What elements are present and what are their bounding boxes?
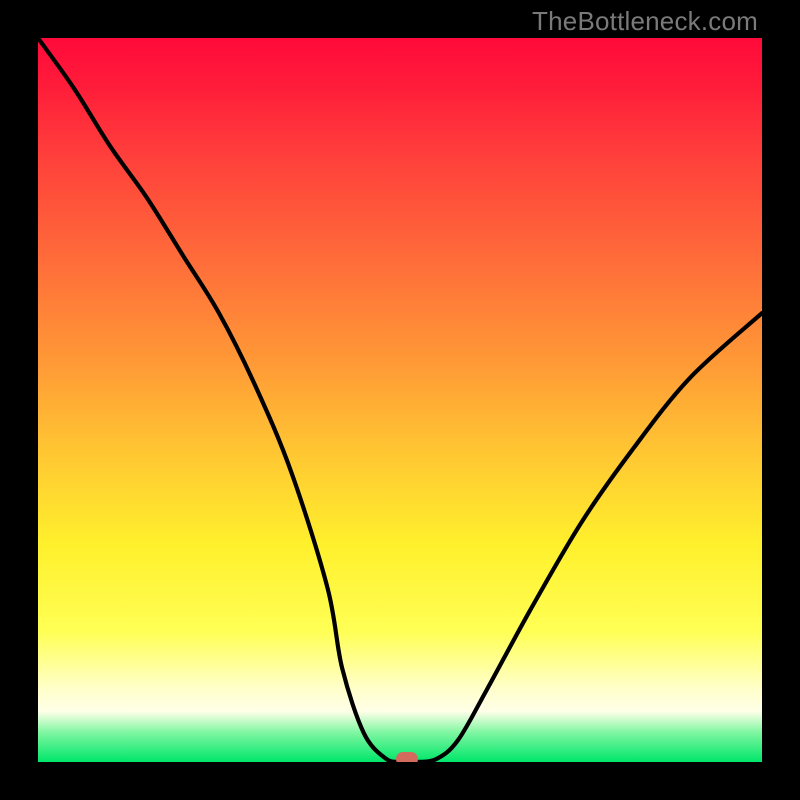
watermark-label: TheBottleneck.com	[532, 6, 758, 37]
bottleneck-curve	[38, 38, 762, 762]
optimal-point-marker	[396, 752, 418, 762]
plot-area	[38, 38, 762, 762]
chart-frame: TheBottleneck.com	[0, 0, 800, 800]
